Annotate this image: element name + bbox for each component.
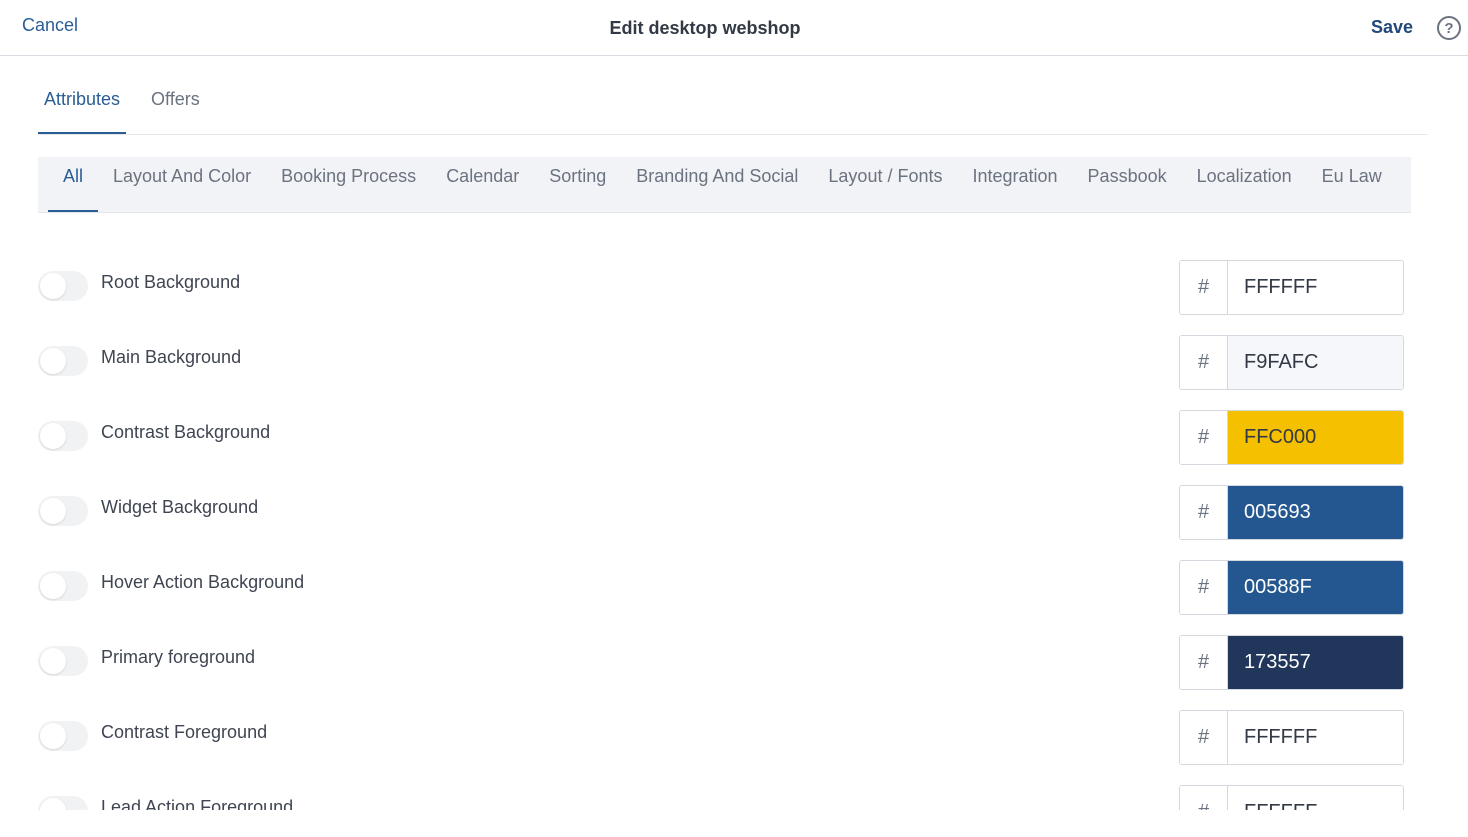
tab-booking-process[interactable]: Booking Process xyxy=(266,157,431,212)
hash-prefix: # xyxy=(1180,486,1228,539)
attribute-label: Lead Action Foreground xyxy=(101,797,294,810)
hex-value-input[interactable]: 00588F xyxy=(1228,561,1403,614)
enable-toggle[interactable] xyxy=(38,721,88,751)
toggle-knob xyxy=(40,798,66,810)
toggle-knob xyxy=(40,573,66,599)
enable-toggle[interactable] xyxy=(38,346,88,376)
bottom-edge xyxy=(0,810,1468,837)
attribute-label: Main Background xyxy=(101,347,242,367)
attribute-label: Widget Background xyxy=(101,497,259,517)
tab-offers[interactable]: Offers xyxy=(145,78,206,134)
toggle-knob xyxy=(40,423,66,449)
tab-attributes[interactable]: Attributes xyxy=(38,78,127,134)
attribute-row-contrast-foreground: Contrast Foreground # FFFFFF xyxy=(0,710,1468,785)
hash-prefix: # xyxy=(1180,336,1228,389)
toggle-knob xyxy=(40,498,66,524)
enable-toggle[interactable] xyxy=(38,796,88,810)
hash-prefix: # xyxy=(1180,786,1228,810)
tab-passbook[interactable]: Passbook xyxy=(1073,157,1182,212)
color-hex-field[interactable]: # 00588F xyxy=(1179,560,1404,615)
tab-integration[interactable]: Integration xyxy=(957,157,1072,212)
attribute-label: Contrast Foreground xyxy=(101,722,268,742)
enable-toggle[interactable] xyxy=(38,646,88,676)
hash-prefix: # xyxy=(1180,411,1228,464)
enable-toggle[interactable] xyxy=(38,496,88,526)
tab-branding-and-social[interactable]: Branding And Social xyxy=(621,157,813,212)
hex-value-input[interactable]: F9FAFC xyxy=(1228,336,1403,389)
attribute-row-main-background: Main Background # F9FAFC xyxy=(0,335,1468,410)
attribute-row-root-background: Root Background # FFFFFF xyxy=(0,260,1468,335)
attribute-list: Root Background # FFFFFF Main Background… xyxy=(0,260,1468,810)
enable-toggle[interactable] xyxy=(38,421,88,451)
help-icon[interactable]: ? xyxy=(1437,16,1461,40)
tab-sorting[interactable]: Sorting xyxy=(534,157,621,212)
main-tabs: Attributes Offers xyxy=(38,78,1428,135)
color-hex-field[interactable]: # FFFFFF xyxy=(1179,785,1404,810)
attribute-row-lead-action-foreground: Lead Action Foreground # FFFFFF xyxy=(0,785,1468,810)
color-hex-field[interactable]: # F9FAFC xyxy=(1179,335,1404,390)
tab-layout-fonts[interactable]: Layout / Fonts xyxy=(813,157,957,212)
hex-value-input[interactable]: FFFFFF xyxy=(1228,786,1403,810)
enable-toggle[interactable] xyxy=(38,571,88,601)
hash-prefix: # xyxy=(1180,261,1228,314)
attribute-label: Contrast Background xyxy=(101,422,271,442)
tab-eu-law[interactable]: Eu Law xyxy=(1307,157,1397,212)
attribute-label: Root Background xyxy=(101,272,241,292)
attribute-row-contrast-background: Contrast Background # FFC000 xyxy=(0,410,1468,485)
attribute-row-widget-background: Widget Background # 005693 xyxy=(0,485,1468,560)
tab-all[interactable]: All xyxy=(48,157,99,212)
enable-toggle[interactable] xyxy=(38,271,88,301)
color-hex-field[interactable]: # 173557 xyxy=(1179,635,1404,690)
top-bar: Cancel Edit desktop webshop Save ? xyxy=(0,0,1468,56)
attribute-label: Hover Action Background xyxy=(101,572,305,592)
attribute-label: Primary foreground xyxy=(101,647,256,667)
save-button[interactable]: Save xyxy=(1371,17,1413,38)
hex-value-input[interactable]: 005693 xyxy=(1228,486,1403,539)
color-hex-field[interactable]: # FFC000 xyxy=(1179,410,1404,465)
color-hex-field[interactable]: # FFFFFF xyxy=(1179,710,1404,765)
tab-layout-and-color[interactable]: Layout And Color xyxy=(98,157,266,212)
hash-prefix: # xyxy=(1180,636,1228,689)
color-hex-field[interactable]: # 005693 xyxy=(1179,485,1404,540)
toggle-knob xyxy=(40,273,66,299)
hex-value-input[interactable]: 173557 xyxy=(1228,636,1403,689)
hex-value-input[interactable]: FFFFFF xyxy=(1228,261,1403,314)
tab-calendar[interactable]: Calendar xyxy=(431,157,534,212)
toggle-knob xyxy=(40,648,66,674)
attribute-row-primary-foreground: Primary foreground # 173557 xyxy=(0,635,1468,710)
category-tabs: All Layout And Color Booking Process Cal… xyxy=(38,157,1411,213)
hash-prefix: # xyxy=(1180,711,1228,764)
page-title: Edit desktop webshop xyxy=(609,18,801,38)
hex-value-input[interactable]: FFC000 xyxy=(1228,411,1403,464)
hash-prefix: # xyxy=(1180,561,1228,614)
tab-localization[interactable]: Localization xyxy=(1182,157,1307,212)
hex-value-input[interactable]: FFFFFF xyxy=(1228,711,1403,764)
toggle-knob xyxy=(40,723,66,749)
attribute-row-hover-action-background: Hover Action Background # 00588F xyxy=(0,560,1468,635)
color-hex-field[interactable]: # FFFFFF xyxy=(1179,260,1404,315)
toggle-knob xyxy=(40,348,66,374)
